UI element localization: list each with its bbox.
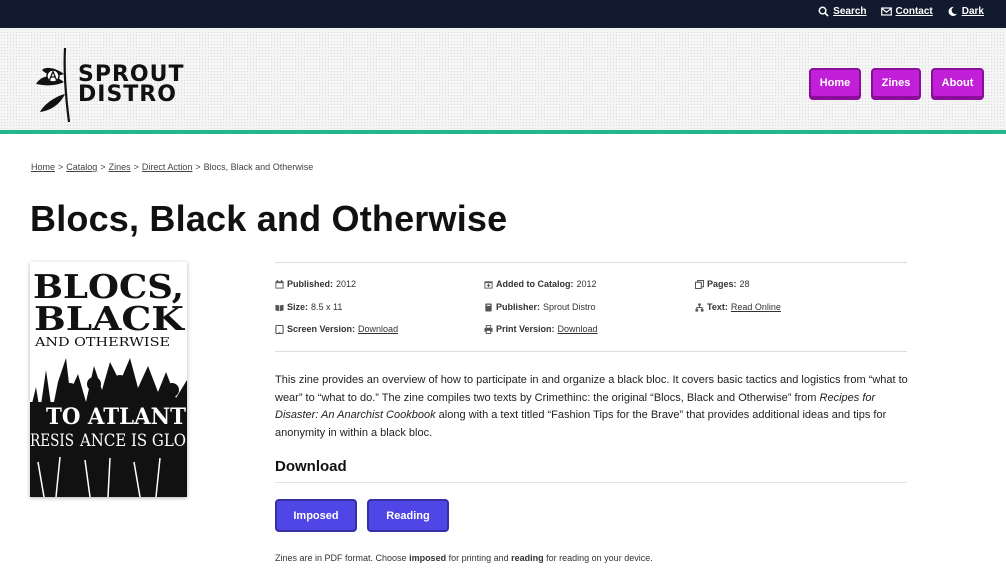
breadcrumb-separator: > — [58, 162, 64, 172]
page-title: Blocs, Black and Otherwise — [30, 198, 508, 239]
size-label: Size: — [287, 302, 309, 312]
text-label: Text: — [707, 302, 728, 312]
envelope-icon — [880, 7, 892, 16]
download-imposed-button[interactable]: Imposed — [275, 499, 357, 532]
sitemap-icon — [695, 302, 704, 312]
printer-icon — [484, 324, 493, 334]
breadcrumb-current: Blocs, Black and Otherwise — [203, 162, 314, 172]
meta-pages: Pages: 28 — [695, 279, 750, 289]
dark-mode-label: Dark — [961, 6, 984, 17]
site-header: SPROUT DISTRO Home Zines About — [0, 28, 1006, 130]
breadcrumb-home[interactable]: Home — [31, 162, 55, 172]
meta-published: Published: 2012 — [275, 279, 356, 289]
search-icon — [818, 6, 829, 17]
print-version-label: Print Version: — [496, 324, 555, 334]
meta-divider-top — [275, 262, 907, 263]
meta-print-version: Print Version: Download — [484, 324, 598, 334]
note-mid: for printing and — [446, 553, 512, 563]
book-open-icon — [275, 304, 284, 311]
published-label: Published: — [287, 279, 334, 289]
nav-home-button[interactable]: Home — [809, 68, 861, 98]
note-prefix: Zines are in PDF format. Choose — [275, 553, 410, 563]
site-logo[interactable]: SPROUT DISTRO — [34, 46, 184, 124]
logo-wordmark: SPROUT DISTRO — [78, 64, 184, 107]
meta-added: Added to Catalog: 2012 — [484, 279, 597, 289]
breadcrumb: Home > Catalog > Zines > Direct Action > Blocs, … — [31, 162, 313, 172]
meta-divider-bottom — [275, 351, 907, 352]
publisher-value: Sprout Distro — [543, 302, 596, 312]
meta-publisher: Publisher: Sprout Distro — [484, 302, 596, 312]
added-label: Added to Catalog: — [496, 279, 574, 289]
cover-banner-line-2: RESIS — [30, 431, 74, 451]
screen-version-label: Screen Version: — [287, 324, 356, 334]
calendar-plus-icon — [484, 280, 493, 289]
breadcrumb-separator: > — [133, 162, 139, 172]
breadcrumb-separator: > — [195, 162, 201, 172]
read-online-link[interactable]: Read Online — [731, 302, 781, 312]
note-imposed: imposed — [409, 553, 447, 563]
breadcrumb-direct-action[interactable]: Direct Action — [142, 162, 193, 172]
cover-banner-line-3: ANCE IS GLO — [79, 431, 186, 451]
sprout-logo-icon — [36, 47, 71, 123]
download-heading: Download — [275, 458, 347, 475]
published-value: 2012 — [336, 279, 357, 289]
pages-label: Pages: — [707, 279, 737, 289]
download-reading-button[interactable]: Reading — [367, 499, 449, 532]
contact-link-label: Contact — [895, 6, 933, 17]
zine-description: This zine provides an overview of how to… — [275, 372, 909, 442]
publisher-label: Publisher: — [496, 302, 541, 312]
header-accent-bar — [0, 130, 1006, 134]
calendar-icon — [275, 279, 284, 289]
screen-version-download-link[interactable]: Download — [358, 324, 398, 334]
cover-banner-line-1: TO ATLANT — [46, 404, 187, 430]
zine-cover-image: BLOCS, BLACK AND OTHERWISE TO ATLANT RES… — [30, 262, 187, 497]
meta-screen-version: Screen Version: Download — [275, 324, 398, 334]
main-nav: Home Zines About — [809, 68, 984, 98]
note-reading: reading — [511, 553, 544, 563]
copy-pages-icon — [695, 279, 704, 289]
logo-line-2: DISTRO — [78, 82, 177, 107]
breadcrumb-zines[interactable]: Zines — [109, 162, 131, 172]
download-note: Zines are in PDF format. Choose imposed … — [275, 553, 653, 563]
search-link[interactable]: Search — [818, 6, 867, 17]
note-suffix: for reading on your device. — [543, 553, 653, 563]
nav-about-button[interactable]: About — [931, 68, 984, 98]
breadcrumb-catalog[interactable]: Catalog — [66, 162, 97, 172]
size-value: 8.5 x 11 — [311, 302, 343, 312]
description-part-1: This zine provides an overview of how to… — [275, 374, 908, 404]
tablet-icon — [275, 324, 284, 334]
cover-title-line-3: AND OTHERWISE — [34, 335, 170, 349]
dark-mode-toggle[interactable]: Dark — [947, 6, 984, 17]
nav-zines-button[interactable]: Zines — [871, 68, 921, 98]
search-link-label: Search — [833, 6, 867, 17]
download-divider — [275, 482, 907, 483]
top-bar: Search Contact Dark — [0, 0, 1006, 28]
meta-size: Size: 8.5 x 11 — [275, 302, 342, 312]
cover-artwork: BLOCS, BLACK AND OTHERWISE TO ATLANT RES… — [30, 262, 187, 497]
moon-icon — [948, 6, 957, 17]
utility-nav: Search Contact Dark — [818, 6, 984, 17]
print-version-download-link[interactable]: Download — [558, 324, 598, 334]
meta-text: Text: Read Online — [695, 302, 781, 312]
breadcrumb-separator: > — [100, 162, 106, 172]
cover-title-line-2: BLACK — [34, 299, 185, 338]
book-icon — [485, 302, 492, 312]
added-value: 2012 — [576, 279, 597, 289]
contact-link[interactable]: Contact — [880, 6, 933, 17]
pages-value: 28 — [739, 279, 750, 289]
